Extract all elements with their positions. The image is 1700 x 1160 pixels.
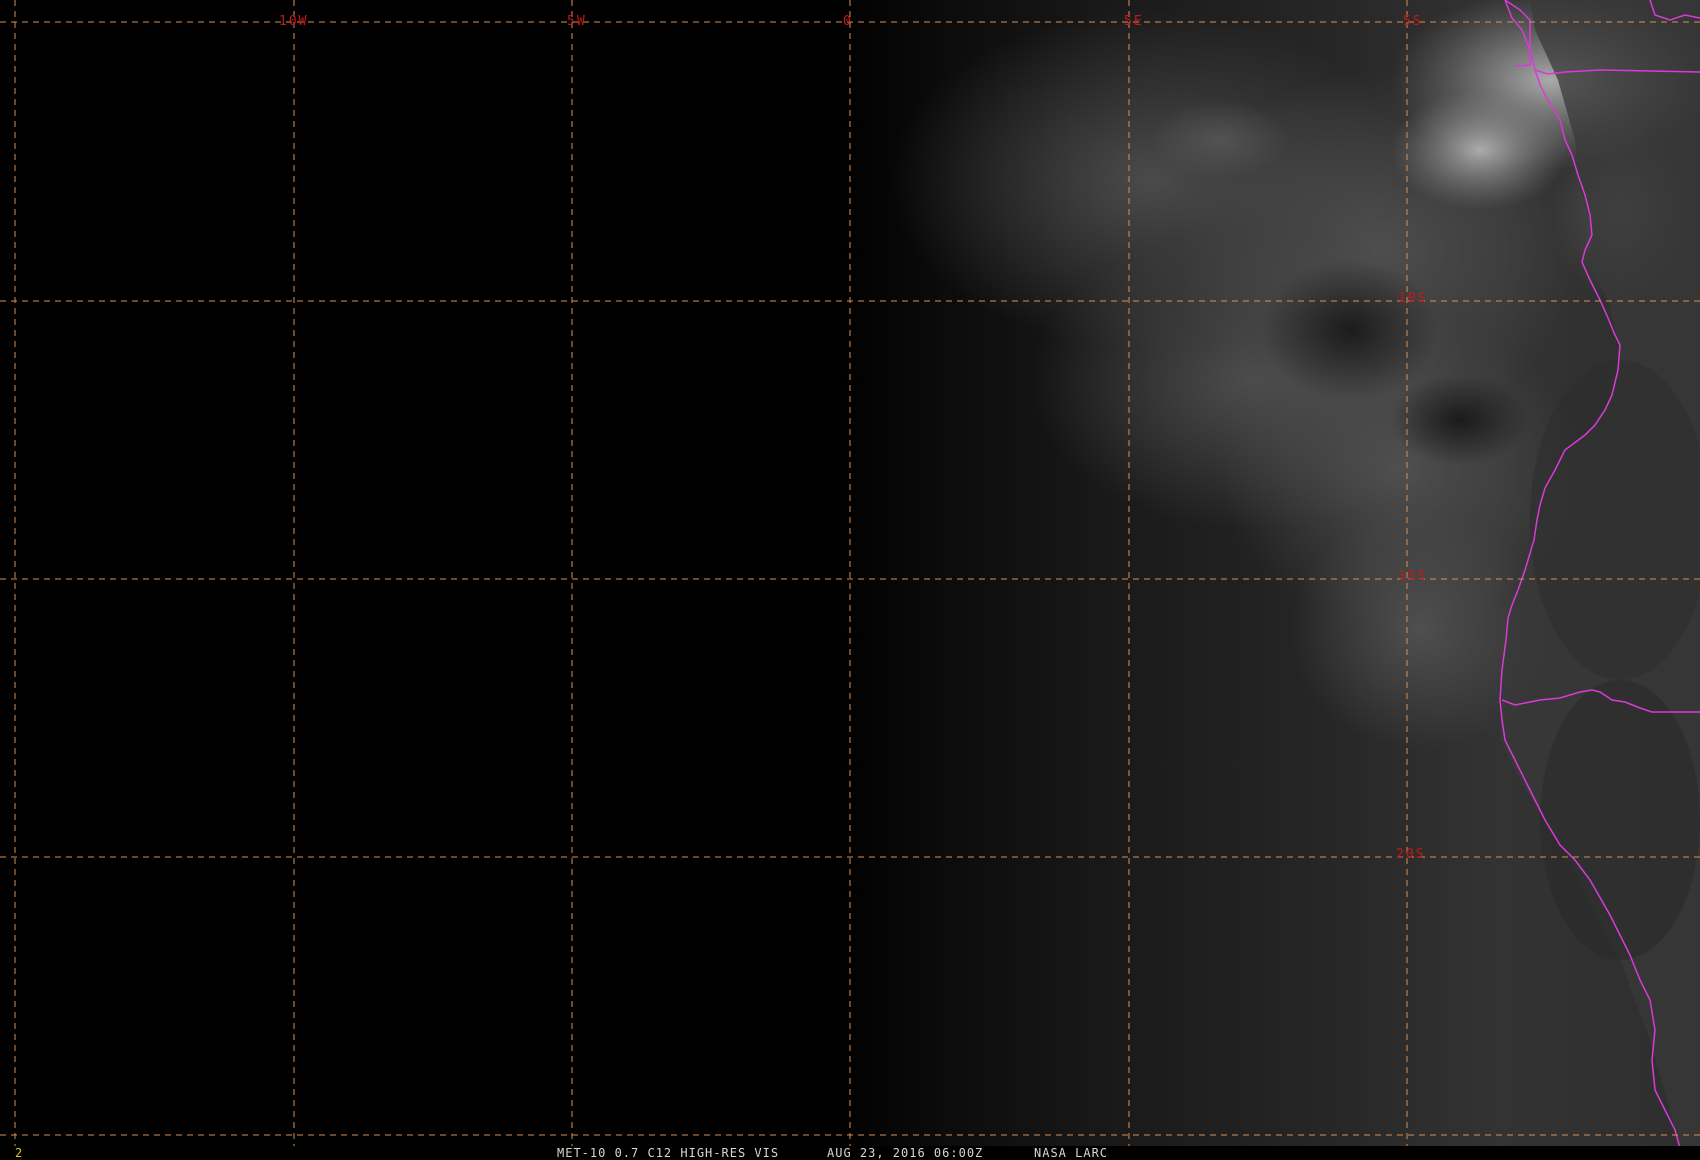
satellite-image-viewer: 10W 5W 0 5E 5S 10S 15S 20S 2 MET-10 0.7 … [0,0,1700,1160]
satellite-image[interactable]: 10W 5W 0 5E 5S 10S 15S 20S [0,0,1700,1148]
lat-label-15s: 15S [1398,569,1428,584]
frame-number: 2 [15,1146,24,1160]
lon-label-10w: 10W [279,14,309,29]
satellite-product: MET-10 0.7 C12 HIGH-RES VIS [557,1146,780,1160]
image-timestamp: AUG 23, 2016 06:00Z [827,1146,984,1160]
lat-label-10s: 10S [1398,291,1428,306]
lat-label-20s: 20S [1396,847,1426,862]
data-source: NASA LARC [1034,1146,1109,1160]
lat-label-5s: 5S [1403,14,1423,29]
lon-label-0: 0 [843,14,853,29]
lon-label-5w: 5W [567,14,587,29]
map-layers [0,0,1700,1148]
lon-label-5e: 5E [1124,14,1144,29]
